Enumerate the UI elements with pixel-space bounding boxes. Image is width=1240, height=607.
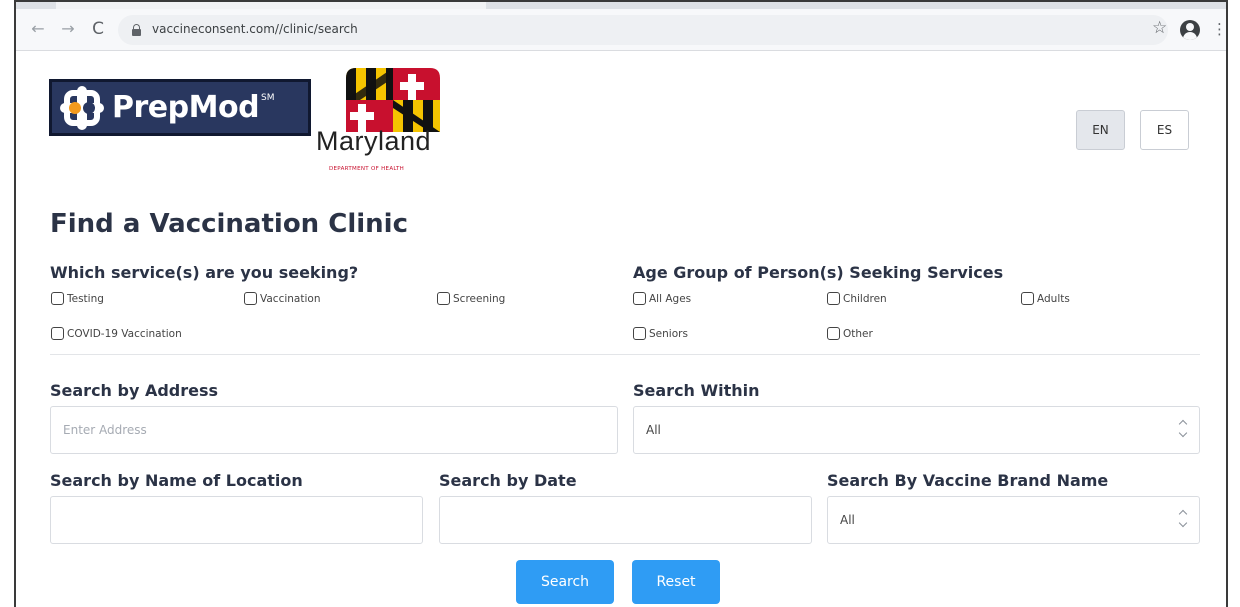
checkbox-all-ages[interactable]: All Ages bbox=[633, 292, 691, 305]
address-field[interactable] bbox=[50, 406, 618, 454]
checkbox-box[interactable] bbox=[633, 327, 646, 340]
url-text[interactable]: vaccineconsent.com//clinic/search bbox=[152, 22, 358, 36]
select-chevron-icon bbox=[1178, 509, 1189, 531]
checkbox-box[interactable] bbox=[437, 292, 450, 305]
browser-window: ← → C vaccineconsent.com//clinic/search … bbox=[14, 0, 1228, 607]
checkbox-box[interactable] bbox=[633, 292, 646, 305]
checkbox-children[interactable]: Children bbox=[827, 292, 887, 305]
services-label: Which service(s) are you seeking? bbox=[50, 263, 359, 282]
age-group-label: Age Group of Person(s) Seeking Services bbox=[633, 263, 1004, 282]
checkbox-adults[interactable]: Adults bbox=[1021, 292, 1070, 305]
profile-icon[interactable] bbox=[1180, 20, 1200, 40]
maryland-wordmark: Maryland bbox=[316, 126, 432, 156]
active-tab[interactable] bbox=[56, 2, 486, 9]
checkbox-label: All Ages bbox=[649, 292, 692, 305]
tab-strip bbox=[16, 2, 1226, 9]
page-title: Find a Vaccination Clinic bbox=[50, 209, 408, 239]
checkbox-box[interactable] bbox=[1021, 292, 1034, 305]
prepmod-emblem-icon bbox=[60, 85, 104, 130]
language-es-button[interactable]: ES bbox=[1140, 110, 1189, 150]
search-within-select[interactable]: All bbox=[633, 406, 1200, 454]
vaccine-brand-select[interactable]: All bbox=[827, 496, 1200, 544]
checkbox-label: Testing bbox=[67, 292, 104, 305]
vaccine-brand-label: Search By Vaccine Brand Name bbox=[827, 471, 1109, 490]
browser-menu-icon[interactable]: ⋮ bbox=[1212, 20, 1227, 38]
maryland-department-text: DEPARTMENT OF HEALTH bbox=[329, 166, 405, 172]
vaccine-brand-value: All bbox=[840, 513, 855, 527]
prepmod-service-mark: SM bbox=[261, 93, 275, 103]
checkbox-label: Other bbox=[843, 327, 873, 340]
maryland-flag-icon bbox=[346, 68, 440, 132]
checkbox-label: Adults bbox=[1037, 292, 1070, 305]
back-arrow-icon[interactable]: ← bbox=[28, 19, 48, 39]
location-name-field[interactable] bbox=[50, 496, 423, 544]
bookmark-star-icon[interactable]: ☆ bbox=[1152, 18, 1167, 38]
checkbox-box[interactable] bbox=[51, 327, 64, 340]
checkbox-testing[interactable]: Testing bbox=[51, 292, 104, 305]
checkbox-covid-19-vaccination[interactable]: COVID-19 Vaccination bbox=[51, 327, 182, 340]
date-field[interactable] bbox=[439, 496, 812, 544]
search-within-value: All bbox=[646, 423, 661, 437]
checkbox-label: Children bbox=[843, 292, 887, 305]
search-within-label: Search Within bbox=[633, 381, 760, 400]
prepmod-logo: PrepMod SM bbox=[49, 79, 311, 136]
checkbox-label: Screening bbox=[453, 292, 506, 305]
section-divider bbox=[50, 354, 1200, 355]
forward-arrow-icon[interactable]: → bbox=[58, 19, 78, 39]
prepmod-wordmark: PrepMod bbox=[112, 90, 260, 125]
reload-icon[interactable]: C bbox=[88, 19, 108, 39]
checkbox-box[interactable] bbox=[827, 292, 840, 305]
browser-toolbar: ← → C vaccineconsent.com//clinic/search … bbox=[16, 9, 1227, 51]
date-label: Search by Date bbox=[439, 471, 577, 490]
checkbox-label: COVID-19 Vaccination bbox=[67, 327, 182, 340]
checkbox-screening[interactable]: Screening bbox=[437, 292, 505, 305]
address-input[interactable] bbox=[51, 407, 617, 453]
select-chevron-icon bbox=[1178, 419, 1189, 441]
language-en-button[interactable]: EN bbox=[1076, 110, 1125, 150]
checkbox-seniors[interactable]: Seniors bbox=[633, 327, 688, 340]
checkbox-label: Seniors bbox=[649, 327, 688, 340]
address-label: Search by Address bbox=[50, 381, 219, 400]
lock-icon bbox=[132, 24, 141, 36]
reset-button[interactable]: Reset bbox=[632, 560, 720, 604]
location-name-label: Search by Name of Location bbox=[50, 471, 303, 490]
checkbox-label: Vaccination bbox=[260, 292, 321, 305]
date-input[interactable] bbox=[440, 497, 811, 543]
location-name-input[interactable] bbox=[51, 497, 422, 543]
checkbox-box[interactable] bbox=[827, 327, 840, 340]
address-bar[interactable]: vaccineconsent.com//clinic/search bbox=[118, 15, 1168, 45]
checkbox-box[interactable] bbox=[244, 292, 257, 305]
search-button[interactable]: Search bbox=[516, 560, 614, 604]
checkbox-vaccination[interactable]: Vaccination bbox=[244, 292, 320, 305]
checkbox-box[interactable] bbox=[51, 292, 64, 305]
checkbox-other[interactable]: Other bbox=[827, 327, 873, 340]
